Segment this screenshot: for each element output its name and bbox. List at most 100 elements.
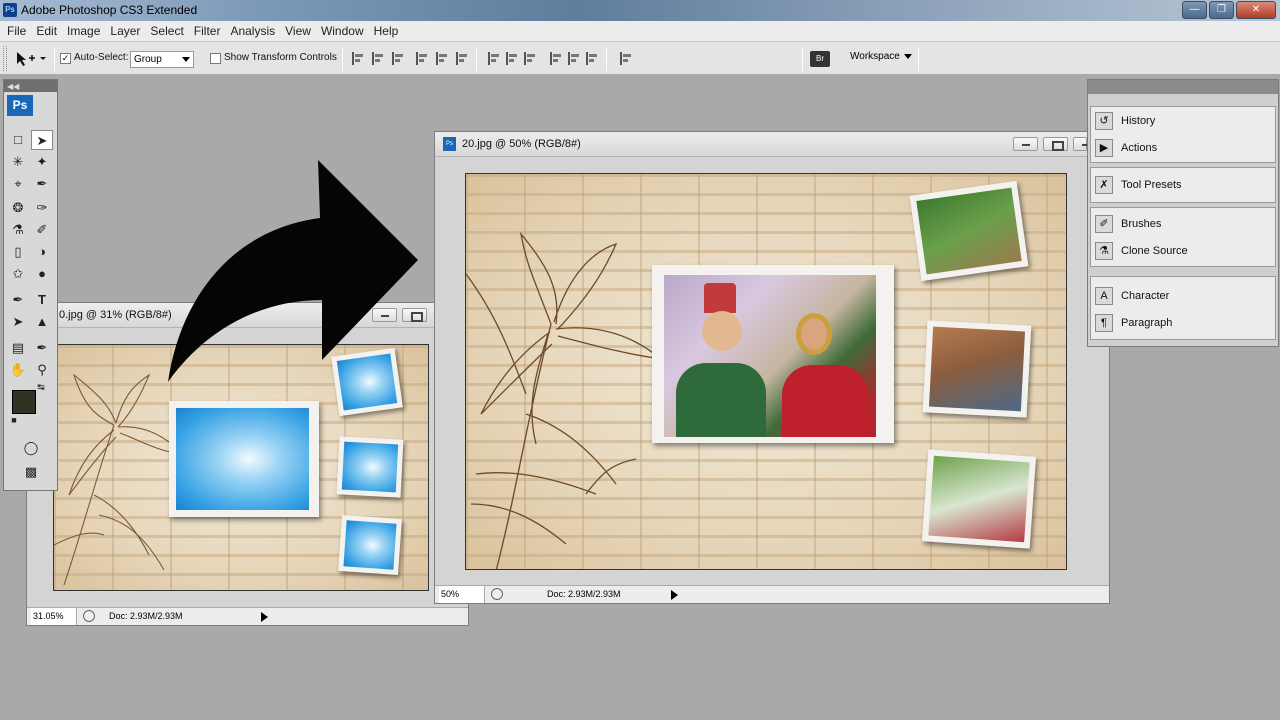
photo-frame-small-3 — [338, 514, 402, 576]
marquee-tool-icon[interactable]: □ — [7, 130, 29, 150]
paint-bucket-tool-icon[interactable]: ◑ — [31, 242, 53, 262]
menu-window[interactable]: Window — [316, 24, 369, 38]
foreground-color-swatch[interactable] — [12, 390, 36, 414]
status-menu-arrow-icon[interactable] — [261, 612, 268, 622]
document-window-large[interactable]: Ps 20.jpg @ 50% (RGB/8#) 50% Doc: 2.93M/… — [434, 131, 1110, 604]
menu-help[interactable]: Help — [369, 24, 404, 38]
panel-group-brushes: ✐ Brushes ⚗ Clone Source — [1090, 207, 1276, 267]
menu-view[interactable]: View — [280, 24, 316, 38]
eraser-tool-icon[interactable]: ▯ — [7, 242, 29, 262]
character-icon: A — [1095, 287, 1113, 305]
show-transform-label: Show Transform Controls — [224, 52, 337, 63]
status-icon[interactable] — [83, 610, 95, 622]
collapse-icon[interactable]: ◀◀ — [7, 82, 19, 91]
dodge-tool-icon[interactable]: ● — [31, 264, 53, 284]
title-bar: Ps Adobe Photoshop CS3 Extended — ❐ ✕ — [0, 0, 1280, 21]
align-right-icon[interactable] — [456, 52, 469, 65]
show-transform-checkbox[interactable] — [210, 53, 221, 64]
tool-preset-picker[interactable] — [14, 49, 50, 69]
pen-tool-icon[interactable]: ✒ — [7, 290, 29, 310]
panel-history[interactable]: ↺ History — [1095, 110, 1275, 132]
move-tool-icon — [17, 52, 46, 66]
screen-mode-icon[interactable]: ▩ — [19, 462, 43, 482]
bridge-icon[interactable]: Br — [810, 51, 830, 67]
auto-select-checkbox[interactable]: ✓ — [60, 53, 71, 64]
restore-icon[interactable]: ❐ — [1209, 1, 1234, 19]
auto-align-layers-icon[interactable] — [620, 52, 633, 65]
distribute-bottom-icon[interactable] — [524, 52, 537, 65]
minimize-icon[interactable] — [1013, 137, 1038, 151]
groom-face — [702, 311, 742, 351]
close-icon[interactable]: ✕ — [1236, 1, 1276, 19]
distribute-hcenter-icon[interactable] — [568, 52, 581, 65]
panel-brushes[interactable]: ✐ Brushes — [1095, 213, 1275, 235]
menu-file[interactable]: File — [2, 24, 31, 38]
paragraph-icon: ¶ — [1095, 314, 1113, 332]
photoshop-app-icon: Ps — [3, 3, 17, 17]
photo-placeholder-small-3 — [343, 520, 397, 570]
notes-tool-icon[interactable]: ▤ — [7, 338, 29, 358]
menu-image[interactable]: Image — [62, 24, 105, 38]
path-selection-tool-icon[interactable]: ➤ — [7, 312, 29, 332]
slice-tool-icon[interactable]: ✒ — [31, 174, 53, 194]
hand-tool-icon[interactable]: ✋ — [7, 360, 29, 380]
topi-hat — [704, 283, 736, 313]
magic-wand-tool-icon[interactable]: ✦ — [31, 152, 53, 172]
close-icon[interactable] — [1073, 137, 1090, 151]
distribute-right-icon[interactable] — [586, 52, 599, 65]
align-bottom-icon[interactable] — [392, 52, 405, 65]
photo-frame-main — [169, 401, 319, 517]
distribute-top-icon[interactable] — [488, 52, 501, 65]
type-tool-icon[interactable]: T — [31, 290, 53, 310]
menu-layer[interactable]: Layer — [105, 24, 145, 38]
separator — [606, 47, 607, 71]
maximize-icon[interactable] — [1043, 137, 1068, 151]
brush-tool-icon[interactable]: ✑ — [31, 198, 53, 218]
chevron-down-icon — [182, 57, 190, 62]
menu-filter[interactable]: Filter — [189, 24, 226, 38]
shape-tool-icon[interactable]: ▲ — [31, 312, 53, 332]
minimize-icon[interactable]: — — [1182, 1, 1207, 19]
distribute-vcenter-icon[interactable] — [506, 52, 519, 65]
panel-clone-source[interactable]: ⚗ Clone Source — [1095, 240, 1275, 262]
quick-mask-icon[interactable]: ◯ — [19, 438, 43, 458]
zoom-field[interactable]: 31.05% — [31, 608, 77, 625]
panel-character[interactable]: A Character — [1095, 285, 1275, 307]
menu-edit[interactable]: Edit — [31, 24, 62, 38]
menu-analysis[interactable]: Analysis — [225, 24, 280, 38]
tools-panel-header[interactable]: ◀◀ — [4, 80, 57, 92]
lasso-tool-icon[interactable]: ✳ — [7, 152, 29, 172]
image-canvas[interactable] — [465, 173, 1067, 570]
align-hcenter-icon[interactable] — [436, 52, 449, 65]
options-bar-grip[interactable] — [3, 46, 7, 71]
align-left-icon[interactable] — [416, 52, 429, 65]
status-menu-arrow-icon[interactable] — [671, 590, 678, 600]
panel-actions[interactable]: ▶ Actions — [1095, 137, 1275, 159]
zoom-field[interactable]: 50% — [439, 586, 485, 603]
panel-label-clone-source: Clone Source — [1121, 245, 1188, 257]
swap-colors-icon[interactable]: ↹ — [34, 380, 48, 394]
brushes-icon: ✐ — [1095, 215, 1113, 233]
menu-select[interactable]: Select — [145, 24, 188, 38]
clone-stamp-tool-icon[interactable]: ⚗ — [7, 220, 29, 240]
status-icon[interactable] — [491, 588, 503, 600]
history-brush-tool-icon[interactable]: ✐ — [31, 220, 53, 240]
panel-dock-grip[interactable] — [1088, 80, 1278, 94]
panel-paragraph[interactable]: ¶ Paragraph — [1095, 312, 1275, 334]
move-tool-icon[interactable]: ➤ — [31, 130, 53, 150]
distribute-left-icon[interactable] — [550, 52, 563, 65]
align-top-icon[interactable] — [352, 52, 365, 65]
healing-brush-tool-icon[interactable]: ❂ — [7, 198, 29, 218]
document-ps-icon: Ps — [443, 137, 456, 151]
panel-group-tool-presets: ✗ Tool Presets — [1090, 167, 1276, 203]
zoom-tool-icon[interactable]: ⚲ — [31, 360, 53, 380]
blur-tool-icon[interactable]: ✩ — [7, 264, 29, 284]
panel-tool-presets[interactable]: ✗ Tool Presets — [1095, 174, 1275, 196]
crop-tool-icon[interactable]: ⌖ — [7, 174, 29, 194]
auto-select-dropdown[interactable]: Group — [130, 51, 194, 68]
eyedropper-tool-icon[interactable]: ✒ — [31, 338, 53, 358]
workspace-menu[interactable]: Workspace — [850, 51, 912, 62]
align-vcenter-icon[interactable] — [372, 52, 385, 65]
default-colors-icon[interactable]: ■ — [8, 414, 20, 426]
document-title-bar[interactable]: Ps 20.jpg @ 50% (RGB/8#) — [435, 132, 1109, 157]
